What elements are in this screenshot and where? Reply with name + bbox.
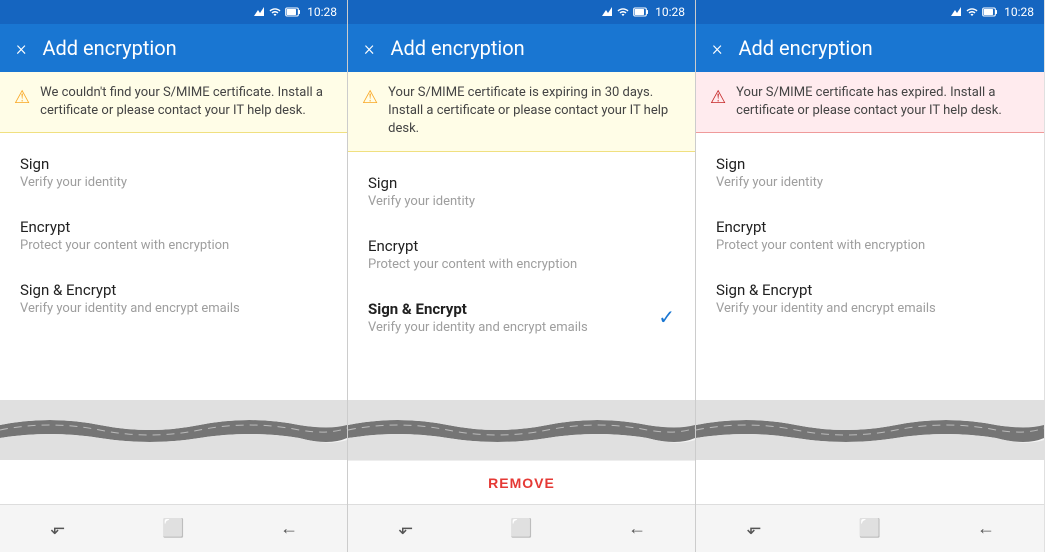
option-label: Sign — [716, 155, 1024, 173]
status-bar-icons: 10:28 — [950, 5, 1034, 19]
app-bar-title: Add encryption — [738, 36, 872, 60]
alert-icon: ⚠ — [14, 85, 30, 110]
bottom-nav: ⬐ ⬜ ← — [348, 504, 695, 552]
status-bar: 10:28 — [696, 0, 1044, 24]
signal-icon — [253, 6, 265, 18]
wave-divider — [696, 400, 1044, 460]
back-icon[interactable]: ← — [607, 509, 667, 549]
option-item-2[interactable]: Encrypt Protect your content with encryp… — [348, 223, 695, 286]
option-sublabel: Verify your identity — [20, 175, 327, 190]
option-item-3[interactable]: Sign & Encrypt Verify your identity and … — [696, 267, 1044, 330]
signal-icon — [601, 6, 613, 18]
remove-button[interactable]: REMOVE — [488, 475, 555, 491]
wave-svg — [348, 400, 695, 460]
app-bar: × Add encryption — [348, 24, 695, 72]
options-list: Sign Verify your identity Encrypt Protec… — [696, 133, 1044, 400]
option-item-1[interactable]: Sign Verify your identity — [348, 160, 695, 223]
signal-icon — [950, 6, 962, 18]
wave-svg — [696, 400, 1044, 460]
option-label: Sign & Encrypt — [716, 281, 1024, 299]
app-bar-title: Add encryption — [42, 36, 176, 60]
close-button[interactable]: × — [712, 36, 722, 60]
status-time: 10:28 — [307, 5, 337, 19]
option-sublabel: Verify your identity and encrypt emails — [368, 320, 675, 335]
option-item-2[interactable]: Encrypt Protect your content with encryp… — [696, 204, 1044, 267]
wave-divider — [348, 400, 695, 460]
option-sublabel: Verify your identity — [368, 194, 675, 209]
phone-panel-2: 10:28 × Add encryption ⚠ Your S/MIME cer… — [348, 0, 696, 552]
status-bar: 10:28 — [348, 0, 695, 24]
recent-apps-icon[interactable]: ⬐ — [28, 509, 88, 549]
wifi-icon — [617, 6, 629, 18]
phone-panel-1: 10:28 × Add encryption ⚠ We couldn't fin… — [0, 0, 348, 552]
option-sublabel: Verify your identity — [716, 175, 1024, 190]
battery-icon — [285, 6, 301, 18]
close-button[interactable]: × — [364, 36, 374, 60]
option-label: Encrypt — [20, 218, 327, 236]
alert-text: We couldn't find your S/MIME certificate… — [40, 84, 333, 120]
alert-icon: ⚠ — [362, 85, 378, 110]
option-sublabel: Protect your content with encryption — [20, 238, 327, 253]
home-icon[interactable]: ⬜ — [840, 509, 900, 549]
option-sublabel: Protect your content with encryption — [368, 257, 675, 272]
status-bar-icons: 10:28 — [601, 5, 685, 19]
bottom-nav: ⬐ ⬜ ← — [0, 504, 347, 552]
spacer — [0, 460, 347, 504]
option-item-1[interactable]: Sign Verify your identity — [696, 141, 1044, 204]
status-bar: 10:28 — [0, 0, 347, 24]
phone-panel-3: 10:28 × Add encryption ⚠ Your S/MIME cer… — [696, 0, 1044, 552]
option-label: Sign — [20, 155, 327, 173]
option-item-3[interactable]: Sign & Encrypt Verify your identity and … — [348, 286, 695, 349]
recent-apps-icon[interactable]: ⬐ — [376, 509, 436, 549]
option-sublabel: Verify your identity and encrypt emails — [20, 301, 327, 316]
options-list: Sign Verify your identity Encrypt Protec… — [348, 152, 695, 400]
option-label: Encrypt — [368, 237, 675, 255]
wave-svg — [0, 400, 347, 460]
alert-text: Your S/MIME certificate is expiring in 3… — [388, 84, 681, 139]
status-bar-icons: 10:28 — [253, 5, 337, 19]
battery-icon — [633, 6, 649, 18]
option-label: Sign — [368, 174, 675, 192]
check-icon: ✓ — [658, 305, 675, 329]
alert-banner: ⚠ Your S/MIME certificate has expired. I… — [696, 72, 1044, 133]
home-icon[interactable]: ⬜ — [491, 509, 551, 549]
alert-icon: ⚠ — [710, 85, 726, 110]
status-time: 10:28 — [655, 5, 685, 19]
back-icon[interactable]: ← — [956, 509, 1016, 549]
app-bar-title: Add encryption — [390, 36, 524, 60]
recent-apps-icon[interactable]: ⬐ — [724, 509, 784, 549]
remove-area: REMOVE — [348, 460, 695, 504]
option-label: Sign & Encrypt — [20, 281, 327, 299]
wifi-icon — [966, 6, 978, 18]
wifi-icon — [269, 6, 281, 18]
status-time: 10:28 — [1004, 5, 1034, 19]
close-button[interactable]: × — [16, 36, 26, 60]
options-list: Sign Verify your identity Encrypt Protec… — [0, 133, 347, 400]
alert-banner: ⚠ We couldn't find your S/MIME certifica… — [0, 72, 347, 133]
wave-divider — [0, 400, 347, 460]
spacer — [696, 460, 1044, 504]
option-item-1[interactable]: Sign Verify your identity — [0, 141, 347, 204]
option-label: Sign & Encrypt — [368, 300, 675, 318]
battery-icon — [982, 6, 998, 18]
home-icon[interactable]: ⬜ — [143, 509, 203, 549]
app-bar: × Add encryption — [696, 24, 1044, 72]
option-item-3[interactable]: Sign & Encrypt Verify your identity and … — [0, 267, 347, 330]
alert-banner: ⚠ Your S/MIME certificate is expiring in… — [348, 72, 695, 152]
option-sublabel: Verify your identity and encrypt emails — [716, 301, 1024, 316]
option-item-2[interactable]: Encrypt Protect your content with encryp… — [0, 204, 347, 267]
bottom-nav: ⬐ ⬜ ← — [696, 504, 1044, 552]
alert-text: Your S/MIME certificate has expired. Ins… — [736, 84, 1030, 120]
app-bar: × Add encryption — [0, 24, 347, 72]
option-label: Encrypt — [716, 218, 1024, 236]
back-icon[interactable]: ← — [259, 509, 319, 549]
option-sublabel: Protect your content with encryption — [716, 238, 1024, 253]
